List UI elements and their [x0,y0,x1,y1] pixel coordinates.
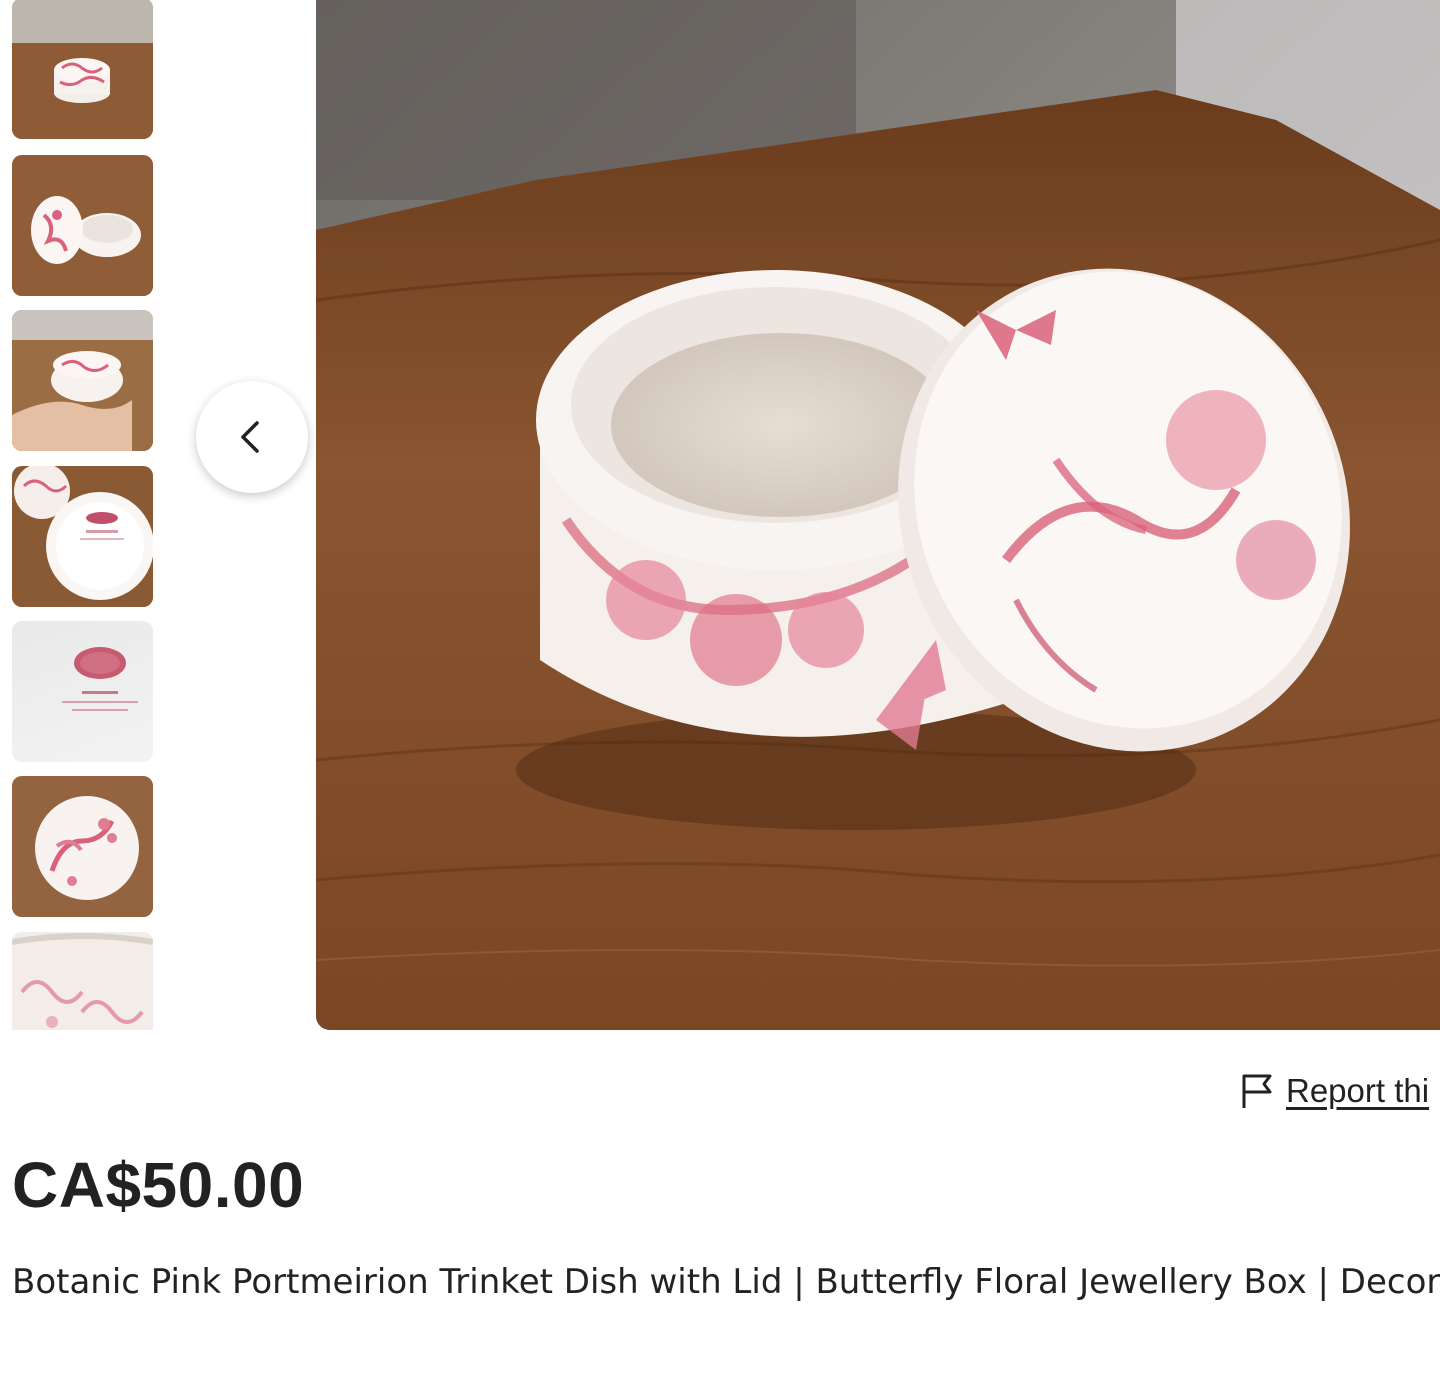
flag-icon [1242,1074,1272,1108]
report-listing-link[interactable]: Report thi [1240,1072,1429,1110]
thumbnail-4[interactable] [12,466,153,607]
thumbnail-3[interactable] [12,310,153,451]
thumbnail-7[interactable] [12,932,153,1030]
listing-price: CA$50.00 [12,1149,305,1221]
previous-image-button[interactable] [196,381,308,493]
chevron-left-icon [241,421,259,453]
thumbnail-1[interactable] [12,0,153,139]
thumbnail-5[interactable] [12,621,153,762]
thumbnail-6[interactable] [12,776,153,917]
listing-page: Report thi CA$50.00 Botanic Pink Portmei… [0,0,1440,1380]
main-product-image[interactable] [316,0,1440,1030]
report-label: Report thi [1286,1072,1430,1109]
listing-title: Botanic Pink Portmeirion Trinket Dish wi… [12,1262,1440,1302]
thumbnail-strip [12,0,153,1030]
thumbnail-2[interactable] [12,155,153,296]
